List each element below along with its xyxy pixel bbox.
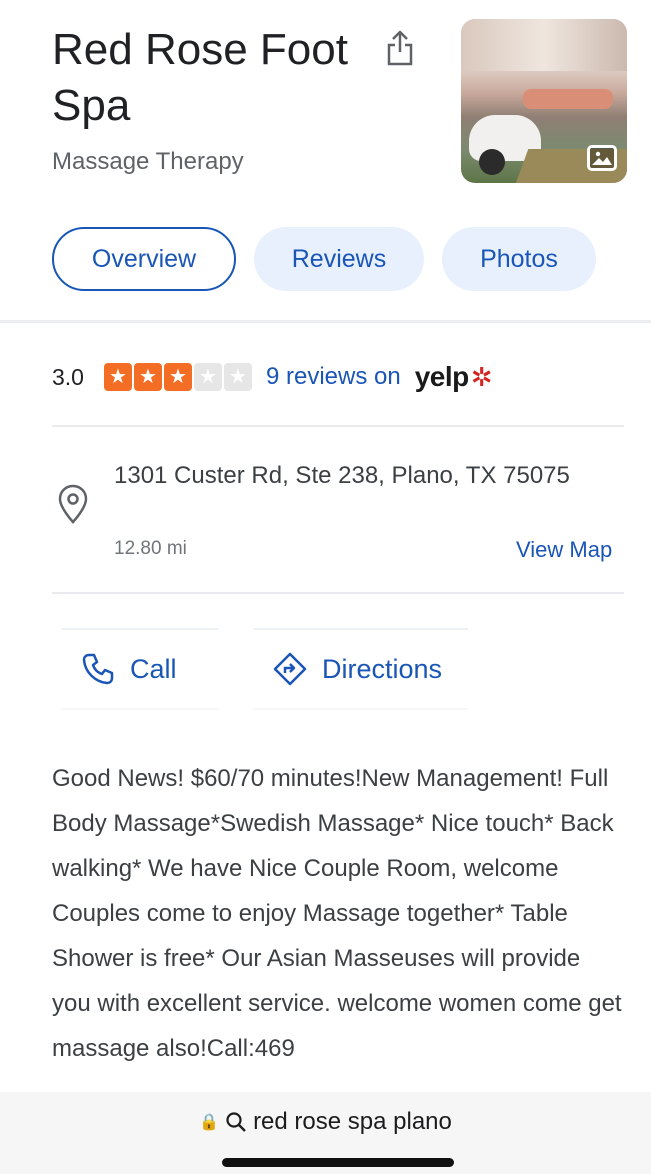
call-button[interactable]: Call (62, 628, 218, 710)
view-map-link[interactable]: View Map (516, 537, 612, 563)
url-query-text: red rose spa plano (253, 1108, 452, 1135)
divider (0, 320, 651, 323)
business-description: Good News! $60/70 minutes!New Management… (52, 765, 622, 1062)
star-icon: ★ (103, 363, 132, 391)
business-photo-thumbnail[interactable] (461, 19, 627, 183)
tab-reviews[interactable]: Reviews (254, 227, 424, 291)
home-indicator[interactable] (222, 1158, 454, 1167)
yelp-burst-icon: ✲ (470, 361, 493, 392)
search-icon (226, 1112, 246, 1132)
divider (52, 425, 624, 427)
star-icon: ★ (193, 363, 222, 391)
gallery-icon (587, 145, 617, 171)
star-icon: ★ (223, 363, 252, 391)
share-button[interactable] (380, 26, 420, 70)
tab-photos[interactable]: Photos (442, 227, 596, 291)
star-rating: ★ ★ ★ ★ ★ (103, 363, 252, 391)
location-pin-icon (58, 484, 88, 524)
yelp-logo[interactable]: yelp ✲ (415, 361, 493, 393)
star-icon: ★ (163, 363, 192, 391)
distance-text: 12.80 mi (114, 538, 187, 559)
tab-overview[interactable]: Overview (52, 227, 236, 291)
rating-row: 3.0 ★ ★ ★ ★ ★ 9 reviews on yelp ✲ (52, 361, 493, 393)
divider (52, 592, 624, 594)
phone-icon (82, 653, 114, 685)
place-panel: Red Rose Foot Spa Massage Therapy Overvi… (0, 0, 651, 1174)
directions-label: Directions (322, 653, 443, 684)
call-label: Call (130, 653, 177, 684)
address-text: 1301 Custer Rd, Ste 238, Plano, TX 75075 (114, 462, 570, 489)
directions-button[interactable]: Directions (254, 628, 468, 710)
rating-value: 3.0 (52, 363, 84, 390)
business-category: Massage Therapy (52, 148, 244, 175)
lock-icon: 🔒 (199, 1114, 220, 1131)
tab-bar: Overview Reviews Photos (52, 227, 596, 291)
url-display[interactable]: 🔒 red rose spa plano (0, 1108, 651, 1136)
business-name: Red Rose Foot Spa (52, 25, 348, 130)
share-icon (387, 30, 413, 66)
browser-url-bar[interactable]: 🔒 red rose spa plano (0, 1092, 651, 1174)
directions-icon (273, 652, 307, 686)
star-icon: ★ (133, 363, 162, 391)
reviews-link[interactable]: 9 reviews on (266, 363, 401, 391)
